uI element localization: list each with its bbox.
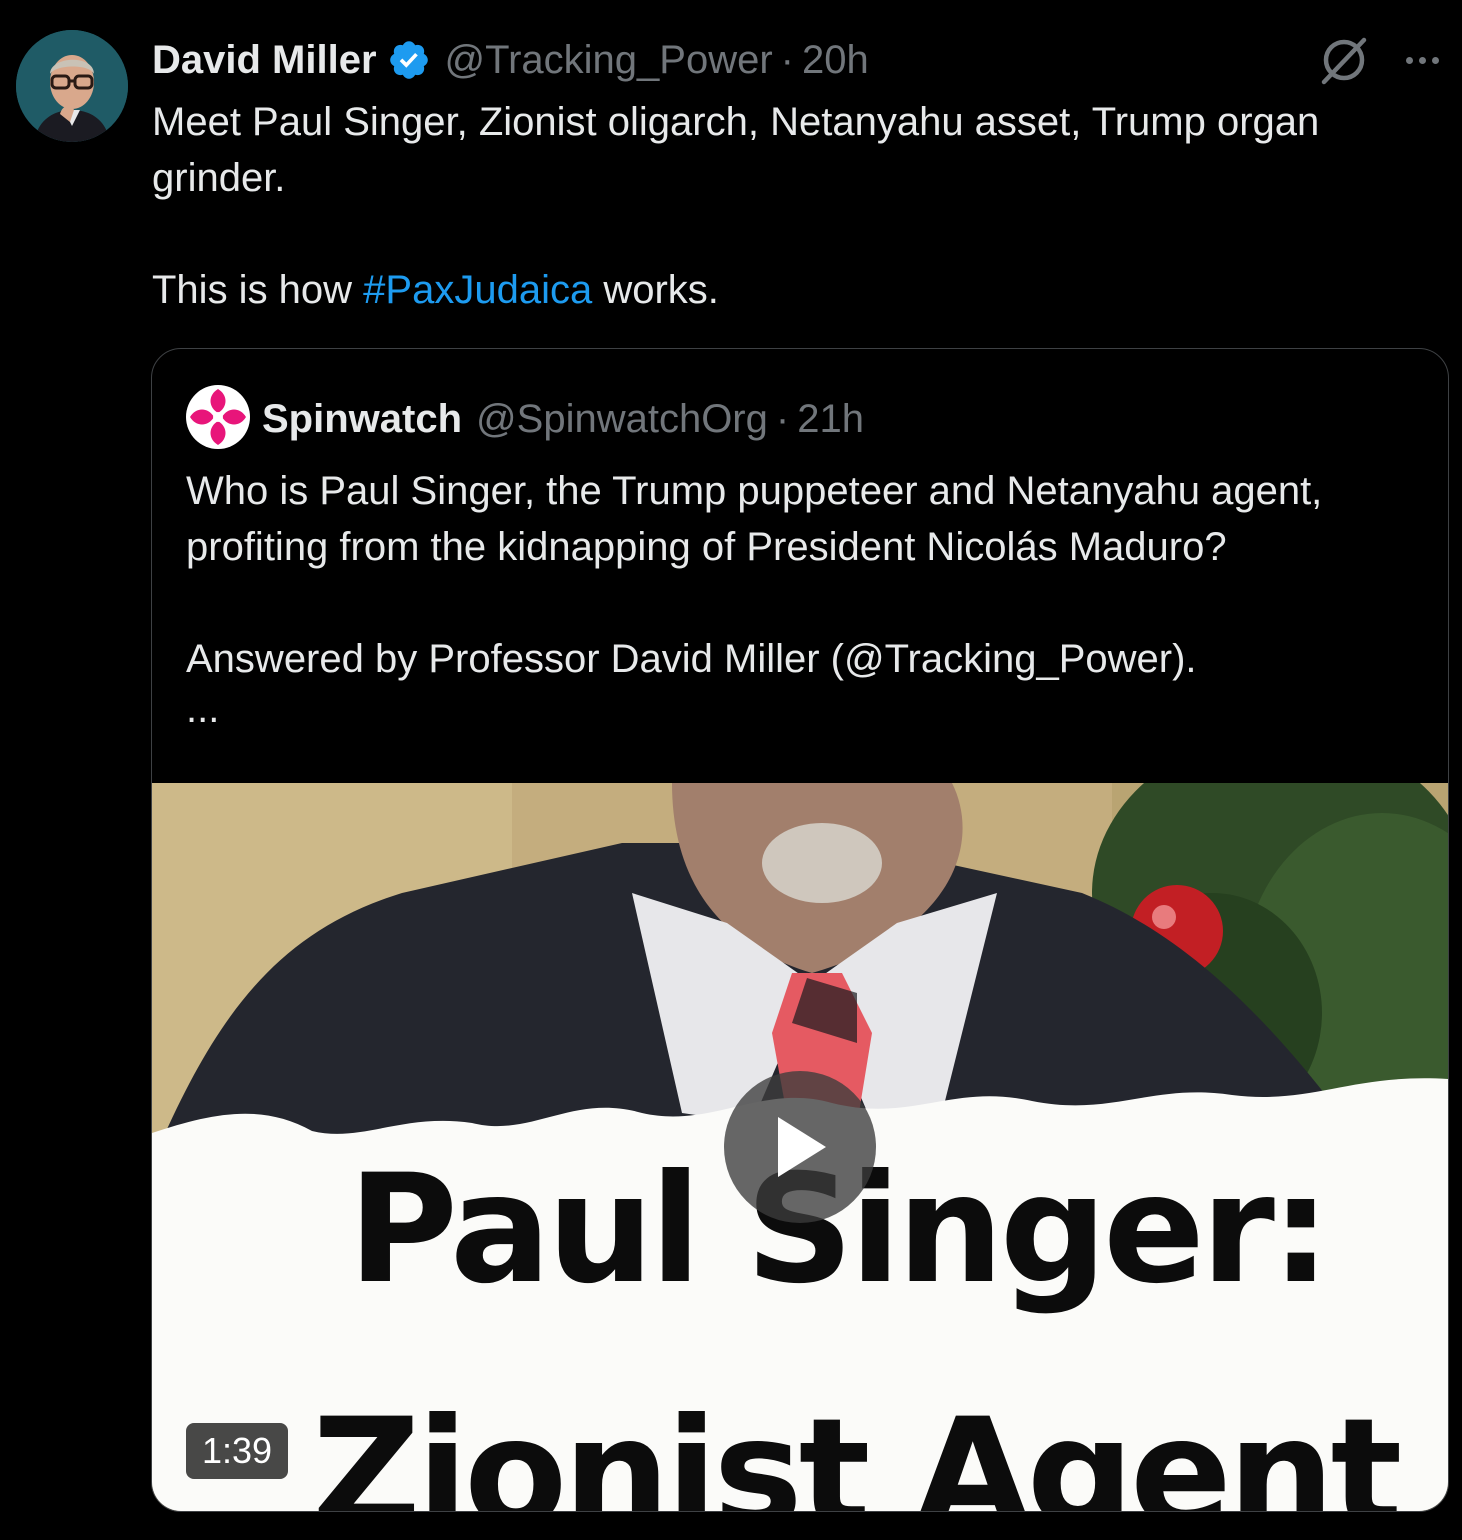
post-text-after-hashtag: works. (592, 268, 719, 312)
post-text: Meet Paul Singer, Zionist oligarch, Neta… (152, 94, 1422, 318)
post-text-line2: This is how #PaxJudaica works. (152, 262, 1422, 318)
quoted-post[interactable]: Spinwatch @SpinwatchOrg · 21h Who is Pau… (151, 348, 1449, 1512)
quoted-author-handle[interactable]: @SpinwatchOrg (476, 397, 768, 442)
more-options-icon[interactable] (1398, 40, 1446, 80)
quoted-post-text: Who is Paul Singer, the Trump puppeteer … (186, 463, 1426, 731)
quoted-post-header: Spinwatch @SpinwatchOrg · 21h (262, 391, 864, 447)
play-button[interactable] (724, 1071, 876, 1223)
verified-badge-icon[interactable] (387, 38, 431, 82)
post-text-line1: Meet Paul Singer, Zionist oligarch, Neta… (152, 100, 1320, 200)
quoted-text-para2: Answered by Professor David Miller (@Tra… (186, 637, 1197, 681)
spinwatch-logo-icon[interactable] (186, 385, 250, 449)
play-icon (778, 1117, 826, 1177)
grok-icon[interactable] (1318, 34, 1370, 86)
video-caption-line2: Zionist Agent (312, 1387, 1402, 1511)
author-avatar-image (16, 30, 128, 142)
quoted-text-para1: Who is Paul Singer, the Trump puppeteer … (186, 469, 1323, 569)
hashtag-link[interactable]: #PaxJudaica (363, 268, 592, 312)
post-text-before-hashtag: This is how (152, 268, 364, 312)
post[interactable]: David Miller @Tracking_Power · 20h Meet … (0, 0, 1462, 1540)
author-handle[interactable]: @Tracking_Power (445, 38, 773, 83)
quoted-text-truncation: ... (186, 687, 220, 731)
video-duration-badge: 1:39 (186, 1423, 289, 1479)
video-player[interactable]: Paul Singer: Zionist Agent 1:39 (152, 783, 1448, 1511)
author-avatar[interactable] (16, 30, 128, 142)
author-display-name[interactable]: David Miller (152, 38, 377, 83)
header-separator: · (780, 37, 794, 82)
quoted-author-display-name[interactable]: Spinwatch (262, 397, 462, 442)
quoted-header-separator: · (775, 396, 790, 441)
post-header: David Miller @Tracking_Power · 20h (152, 34, 869, 86)
quoted-post-timestamp[interactable]: 21h (797, 397, 864, 442)
post-timestamp[interactable]: 20h (802, 38, 869, 83)
